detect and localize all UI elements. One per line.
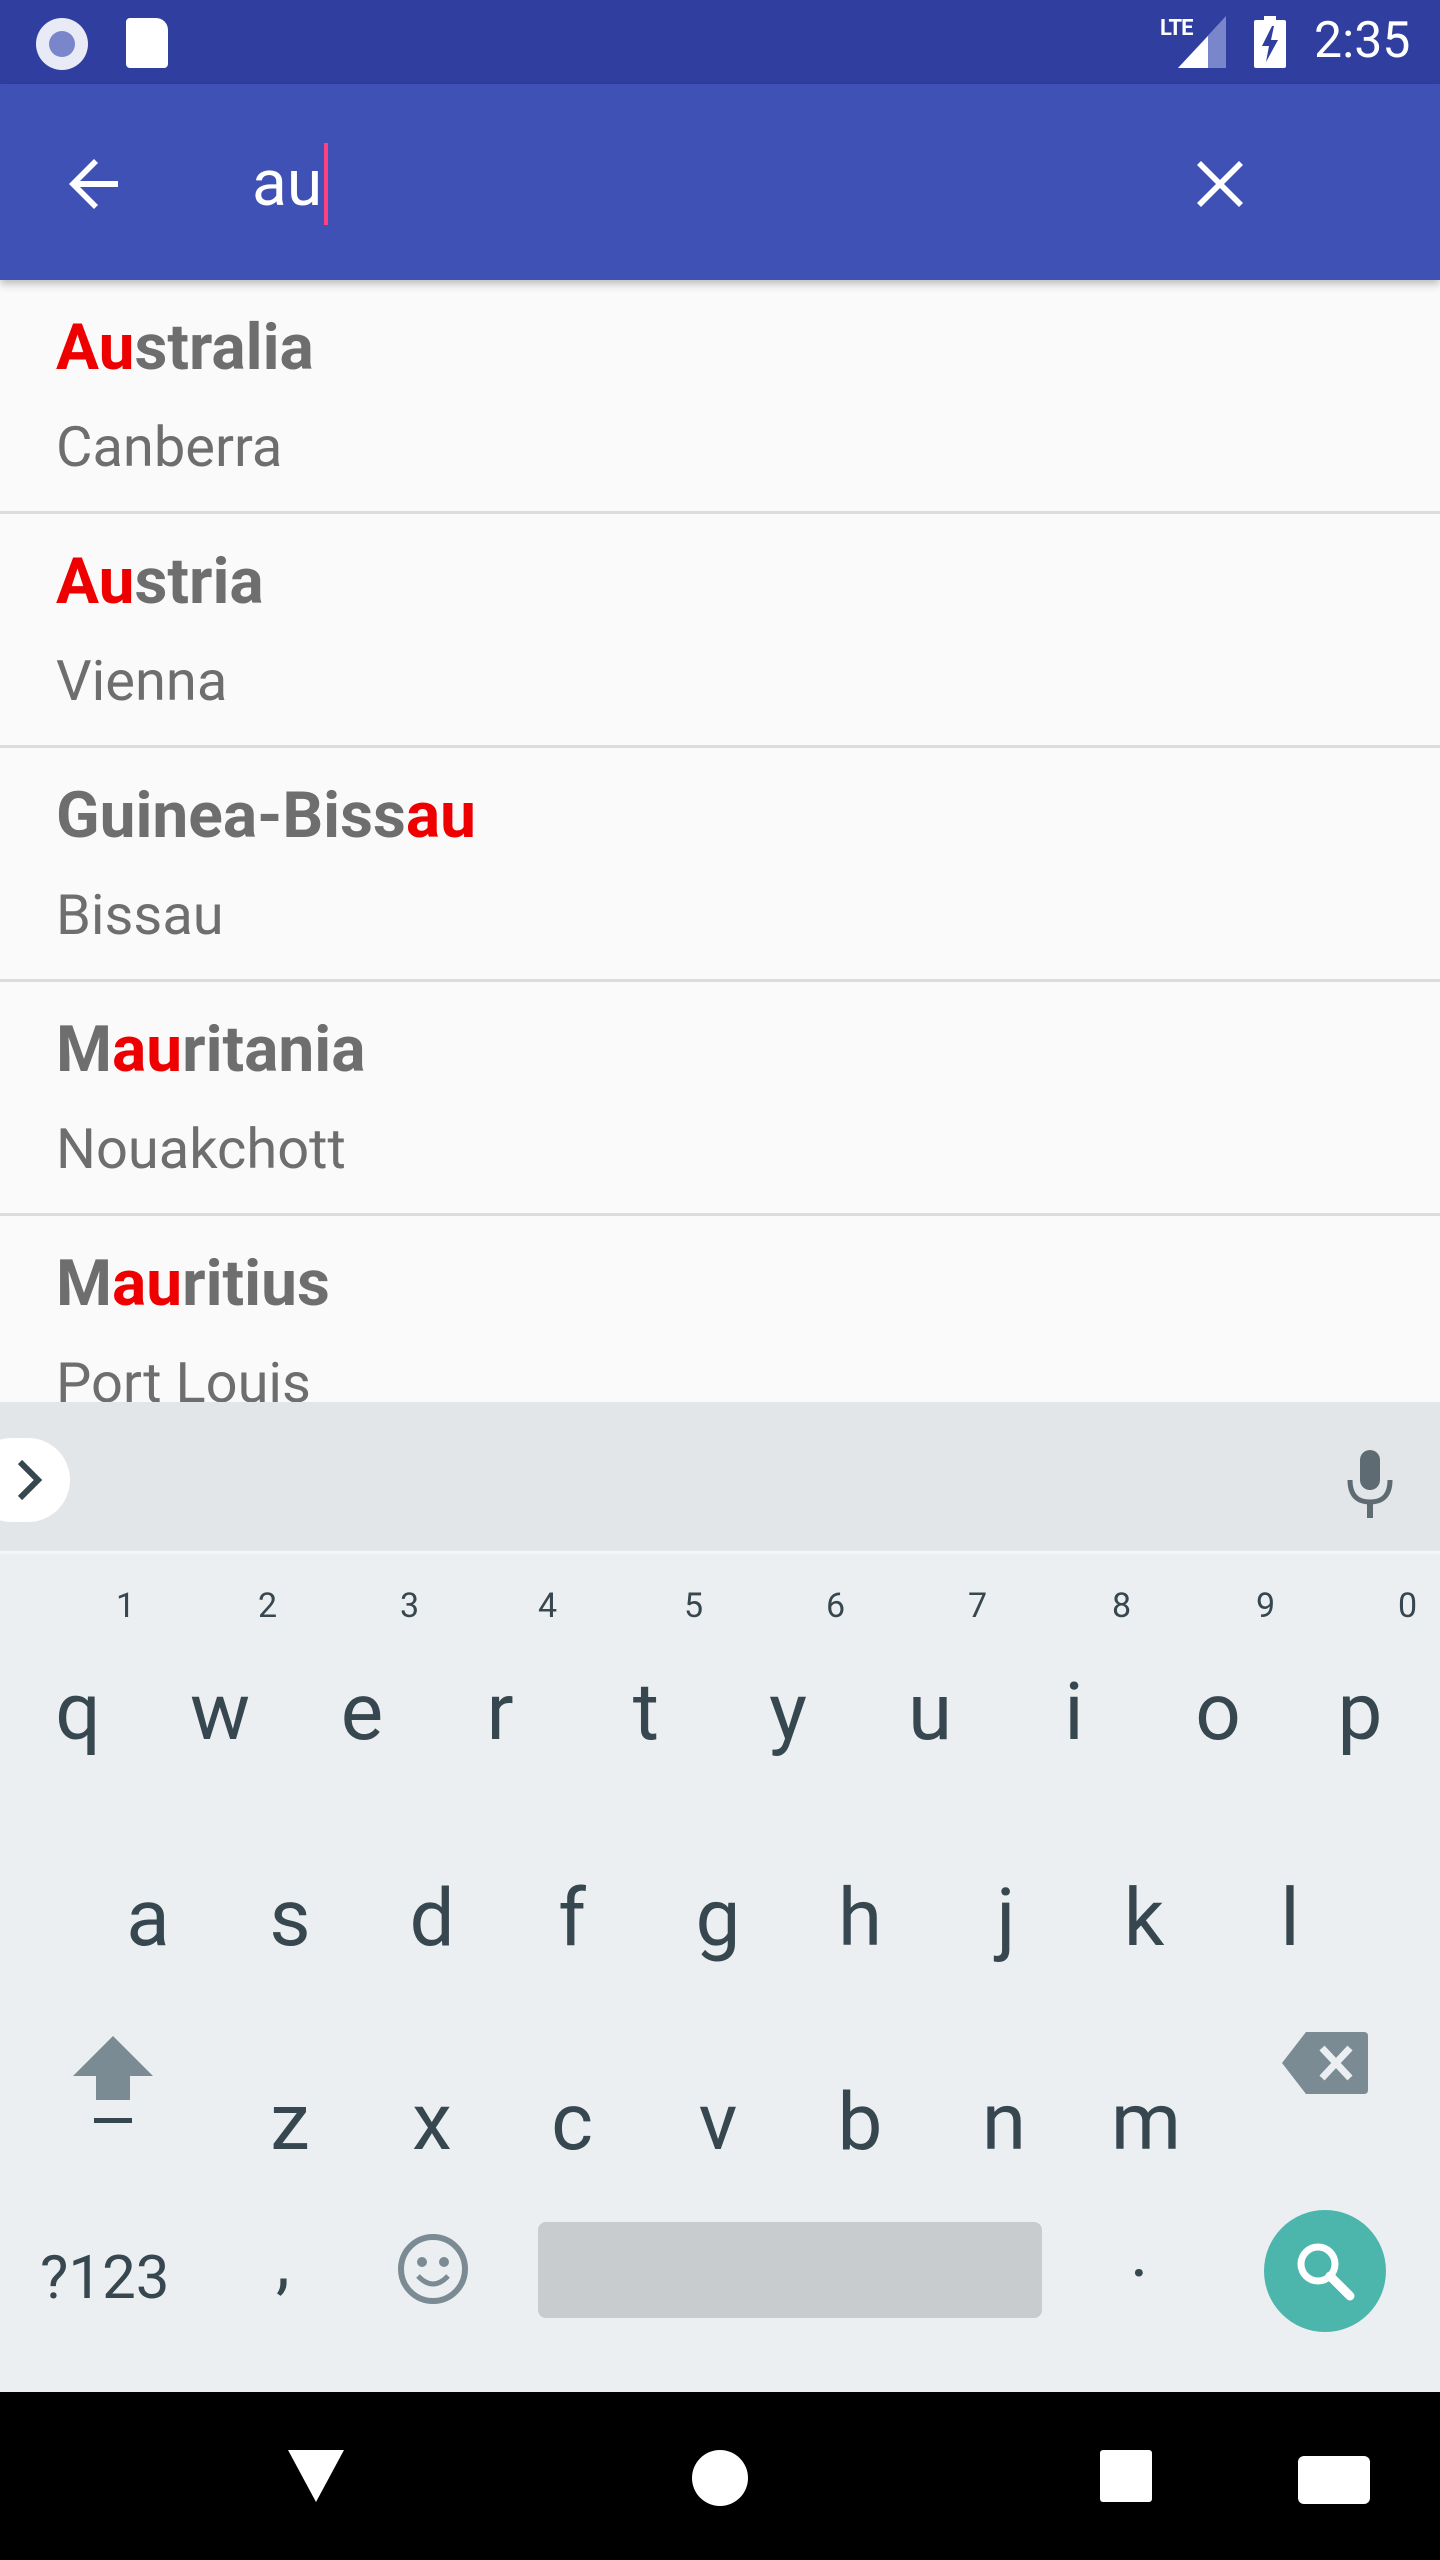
key-o[interactable]: o	[1148, 1662, 1288, 1762]
capital-name: Canberra	[56, 414, 283, 480]
list-item[interactable]: Mauritania Nouakchott	[0, 982, 1440, 1216]
nav-home-icon[interactable]	[692, 2450, 748, 2506]
key-m[interactable]: m	[1076, 2072, 1216, 2172]
key-t[interactable]: t	[576, 1662, 716, 1762]
keyboard-switch-icon[interactable]	[1298, 2456, 1370, 2504]
key-x[interactable]: x	[362, 2072, 502, 2172]
key-u[interactable]: u	[860, 1662, 1000, 1762]
key-e[interactable]: e	[292, 1662, 432, 1762]
battery-charging-icon	[1254, 16, 1286, 68]
key-c[interactable]: c	[502, 2072, 642, 2172]
text-cursor	[324, 143, 329, 226]
soft-keyboard: q 1w 2e 3r 4t 5y 6u 7i 8o 9p 0 asdfghjkl zxcvbnm ?…	[0, 1402, 1440, 2392]
key-a[interactable]: a	[78, 1868, 218, 1968]
clock: 2:35	[1314, 12, 1411, 70]
key-v[interactable]: v	[648, 2072, 788, 2172]
key-hint-9: 9	[1256, 1586, 1276, 1626]
space-key[interactable]	[538, 2222, 1042, 2318]
list-item[interactable]: Australia Canberra	[0, 280, 1440, 514]
key-hint-3: 3	[400, 1586, 420, 1626]
key-hint-2: 2	[258, 1586, 278, 1626]
chevron-right-icon	[17, 1459, 43, 1501]
key-k[interactable]: k	[1074, 1868, 1214, 1968]
key-f[interactable]: f	[502, 1868, 642, 1968]
key-h[interactable]: h	[790, 1868, 930, 1968]
key-hint-6: 6	[826, 1586, 846, 1626]
key-n[interactable]: n	[934, 2072, 1074, 2172]
key-y[interactable]: y	[718, 1662, 858, 1762]
list-item[interactable]: Mauritius Port Louis	[0, 1216, 1440, 1402]
close-icon[interactable]	[1180, 144, 1260, 224]
search-icon	[1297, 2243, 1355, 2301]
period-key[interactable]: .	[1130, 2212, 1148, 2294]
search-input-value: au	[252, 146, 323, 221]
arrow-back-icon[interactable]	[56, 144, 136, 224]
country-name: Mauritania	[56, 1012, 366, 1087]
country-name: Guinea-Bissau	[56, 778, 476, 853]
key-z[interactable]: z	[220, 2072, 360, 2172]
country-name: Austria	[56, 544, 264, 619]
key-hint-5: 5	[684, 1586, 704, 1626]
nav-recents-icon[interactable]	[1100, 2450, 1152, 2502]
key-s[interactable]: s	[220, 1868, 360, 1968]
mic-icon[interactable]	[1344, 1450, 1396, 1520]
key-q[interactable]: q	[8, 1662, 148, 1762]
suggestion-strip	[0, 1402, 1440, 1554]
country-name: Mauritius	[56, 1246, 330, 1321]
key-hint-4: 4	[538, 1586, 558, 1626]
sd-card-icon	[126, 18, 168, 68]
search-toolbar: au	[0, 84, 1440, 280]
key-w[interactable]: w	[150, 1662, 290, 1762]
expand-toolbar-button[interactable]	[0, 1438, 70, 1522]
nav-back-icon[interactable]	[286, 2448, 346, 2504]
key-i[interactable]: i	[1004, 1662, 1144, 1762]
capital-name: Vienna	[56, 648, 228, 714]
key-g[interactable]: g	[648, 1868, 788, 1968]
list-item[interactable]: Guinea-Bissau Bissau	[0, 748, 1440, 982]
key-hint-7: 7	[968, 1586, 988, 1626]
search-input[interactable]: au	[252, 134, 329, 234]
capital-name: Port Louis	[56, 1350, 311, 1402]
key-hint-0: 0	[1398, 1586, 1418, 1626]
key-hint-1: 1	[116, 1586, 136, 1626]
capital-name: Nouakchott	[56, 1116, 346, 1182]
list-item[interactable]: Austria Vienna	[0, 514, 1440, 748]
emoji-icon[interactable]	[396, 2232, 470, 2306]
key-p[interactable]: p	[1290, 1662, 1430, 1762]
symbols-key[interactable]: ?123	[40, 2242, 170, 2313]
signal-icon	[1178, 16, 1226, 68]
key-j[interactable]: j	[936, 1868, 1076, 1968]
shift-icon[interactable]	[68, 2028, 158, 2128]
status-bar: LTE 2:35	[0, 0, 1440, 84]
navigation-bar	[0, 2392, 1440, 2560]
notification-icon	[36, 18, 88, 70]
key-r[interactable]: r	[430, 1662, 570, 1762]
country-name: Australia	[56, 310, 314, 385]
key-b[interactable]: b	[790, 2072, 930, 2172]
capital-name: Bissau	[56, 882, 224, 948]
key-hint-8: 8	[1112, 1586, 1132, 1626]
key-d[interactable]: d	[362, 1868, 502, 1968]
results-list: Australia Canberra Austria Vienna Guinea…	[0, 280, 1440, 1402]
key-l[interactable]: l	[1220, 1868, 1360, 1968]
search-action-key[interactable]	[1264, 2210, 1386, 2332]
backspace-icon[interactable]	[1280, 2028, 1370, 2098]
comma-key[interactable]: ,	[276, 2222, 290, 2304]
